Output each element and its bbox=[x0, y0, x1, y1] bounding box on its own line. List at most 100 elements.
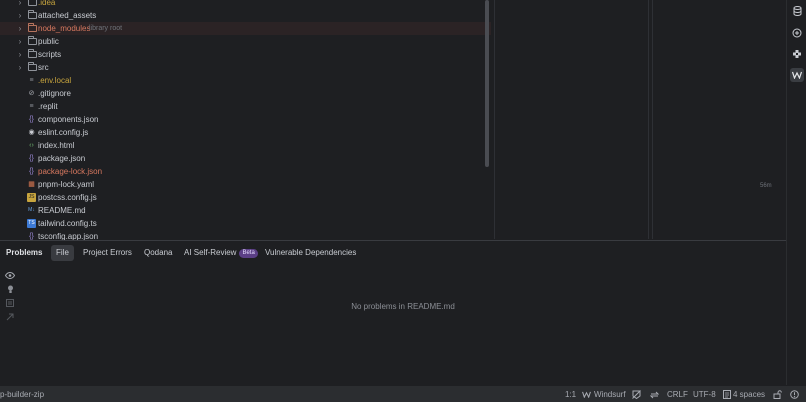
status-bar: p-builder-zip 1:1 Windsurf CRLF UTF-8 4 … bbox=[0, 385, 806, 402]
vcs-sync-icon[interactable] bbox=[650, 390, 659, 399]
tree-item-label: package-lock.json bbox=[38, 167, 103, 176]
tree-item-scripts[interactable]: › scripts bbox=[0, 48, 491, 61]
chevron-right-icon[interactable]: › bbox=[16, 22, 24, 35]
tree-item-attached-assets[interactable]: › attached_assets bbox=[0, 9, 491, 22]
tree-item-label: tsconfig.app.json bbox=[38, 232, 99, 240]
tree-item-label: components.json bbox=[38, 115, 99, 124]
tree-item-label: .idea bbox=[38, 0, 56, 7]
tree-item-label: attached_assets bbox=[38, 11, 97, 20]
tree-item-label: public bbox=[38, 37, 59, 46]
tree-item-label: postcss.config.js bbox=[38, 193, 97, 202]
tree-item-label: pnpm-lock.yaml bbox=[38, 180, 95, 189]
tree-item-label: tailwind.config.ts bbox=[38, 219, 97, 228]
inspection-off-icon[interactable] bbox=[632, 390, 641, 399]
plugins-icon[interactable] bbox=[790, 47, 804, 61]
ai-assistant-icon[interactable] bbox=[790, 26, 804, 40]
side-panel bbox=[652, 0, 785, 239]
chevron-right-icon[interactable]: › bbox=[16, 48, 24, 61]
ts-file-icon: TS bbox=[27, 219, 36, 228]
export-icon[interactable] bbox=[4, 311, 16, 323]
tree-item-idea[interactable]: › .idea bbox=[0, 0, 491, 9]
lightbulb-icon[interactable] bbox=[4, 283, 16, 295]
gitignore-icon: ⊘ bbox=[28, 90, 35, 97]
tree-item-eslint-config[interactable]: ◉ eslint.config.js bbox=[0, 126, 491, 139]
tree-item-label: package.json bbox=[38, 154, 86, 163]
tree-item-env-local[interactable]: ≡ .env.local bbox=[0, 74, 491, 87]
tree-item-pnpm-lock[interactable]: ▦ pnpm-lock.yaml bbox=[0, 178, 491, 191]
json-file-icon: {} bbox=[29, 233, 34, 240]
project-tree: › .idea › attached_assets › node_modules… bbox=[0, 0, 491, 240]
unlock-icon[interactable] bbox=[773, 390, 782, 399]
tab-file[interactable]: File bbox=[51, 245, 74, 261]
problems-tabs: Problems File Project Errors Qodana AI S… bbox=[0, 241, 786, 265]
tree-item-public[interactable]: › public bbox=[0, 35, 491, 48]
eye-icon[interactable] bbox=[4, 269, 16, 281]
tree-item-package-lock-json[interactable]: {} package-lock.json bbox=[0, 165, 491, 178]
chevron-right-icon[interactable]: › bbox=[16, 0, 24, 9]
tree-item-label: scripts bbox=[38, 50, 62, 59]
folder-icon bbox=[28, 0, 37, 7]
indent-setting[interactable]: 4 spaces bbox=[733, 386, 765, 402]
tree-item-package-json[interactable]: {} package.json bbox=[0, 152, 491, 165]
windsurf-icon[interactable] bbox=[790, 68, 804, 82]
eslint-icon: ◉ bbox=[28, 129, 35, 136]
tree-item-src[interactable]: › src bbox=[0, 61, 491, 74]
tree-item-node-modules[interactable]: › node_modules library root bbox=[0, 22, 491, 35]
env-file-icon: ≡ bbox=[29, 77, 34, 84]
database-icon[interactable] bbox=[790, 4, 804, 18]
problems-panel: Problems File Project Errors Qodana AI S… bbox=[0, 240, 786, 385]
library-root-hint: library root bbox=[89, 25, 123, 32]
caret-position[interactable]: 1:1 bbox=[565, 386, 576, 402]
tab-ai-self-review[interactable]: AI Self-Review Beta bbox=[179, 245, 263, 261]
folder-icon bbox=[28, 62, 37, 72]
tree-item-label: .replit bbox=[38, 102, 58, 111]
breadcrumb-project[interactable]: p-builder-zip bbox=[0, 386, 44, 402]
problems-title: Problems bbox=[6, 248, 43, 257]
markdown-file-icon: M↓ bbox=[28, 207, 35, 213]
chevron-right-icon[interactable]: › bbox=[16, 9, 24, 22]
tree-item-label: .env.local bbox=[38, 76, 72, 85]
tab-vulnerable-dependencies[interactable]: Vulnerable Dependencies bbox=[260, 245, 361, 261]
windsurf-status-icon bbox=[582, 390, 591, 399]
tab-label: AI Self-Review bbox=[184, 248, 237, 257]
tree-item-postcss-config[interactable]: JS postcss.config.js bbox=[0, 191, 491, 204]
json-file-icon: {} bbox=[29, 168, 34, 175]
tree-item-tailwind-config[interactable]: TS tailwind.config.ts bbox=[0, 217, 491, 230]
json-file-icon: {} bbox=[29, 155, 34, 162]
file-encoding[interactable]: UTF-8 bbox=[693, 386, 716, 402]
folder-icon bbox=[28, 49, 37, 59]
tree-item-label: src bbox=[38, 63, 49, 72]
tree-item-replit[interactable]: ≡ .replit bbox=[0, 100, 491, 113]
tree-item-readme[interactable]: M↓ README.md bbox=[0, 204, 491, 217]
pnpm-icon: ▦ bbox=[28, 181, 35, 188]
excluded-folder-icon bbox=[28, 23, 37, 33]
side-panel-hint: 56m bbox=[760, 183, 772, 189]
tree-item-label: index.html bbox=[38, 141, 75, 150]
editorconfig-icon bbox=[722, 390, 731, 399]
chevron-right-icon[interactable]: › bbox=[16, 35, 24, 48]
empty-state-message: No problems in README.md bbox=[351, 302, 455, 311]
tree-scrollbar[interactable] bbox=[485, 0, 489, 167]
chevron-right-icon[interactable]: › bbox=[16, 61, 24, 74]
folder-icon bbox=[28, 10, 37, 20]
tree-item-label: README.md bbox=[38, 206, 86, 215]
tab-project-errors[interactable]: Project Errors bbox=[78, 245, 137, 261]
json-file-icon: {} bbox=[29, 116, 34, 123]
js-file-icon: JS bbox=[27, 193, 36, 202]
text-file-icon: ≡ bbox=[29, 103, 34, 110]
tree-item-components-json[interactable]: {} components.json bbox=[0, 113, 491, 126]
tree-item-gitignore[interactable]: ⊘ .gitignore bbox=[0, 87, 491, 100]
folder-icon bbox=[28, 36, 37, 46]
tree-item-tsconfig-app[interactable]: {} tsconfig.app.json bbox=[0, 230, 491, 240]
right-tool-stripe bbox=[786, 0, 806, 385]
windsurf-status[interactable]: Windsurf bbox=[594, 386, 626, 402]
editor-panel bbox=[494, 0, 649, 239]
html-file-icon: ‹› bbox=[29, 142, 34, 149]
tab-qodana[interactable]: Qodana bbox=[139, 245, 177, 261]
tree-item-label: node_modules bbox=[38, 24, 91, 33]
notifications-icon[interactable] bbox=[790, 390, 799, 399]
beta-badge: Beta bbox=[239, 249, 258, 258]
tree-item-label: .gitignore bbox=[38, 89, 71, 98]
tree-item-index-html[interactable]: ‹› index.html bbox=[0, 139, 491, 152]
line-ending[interactable]: CRLF bbox=[667, 386, 688, 402]
